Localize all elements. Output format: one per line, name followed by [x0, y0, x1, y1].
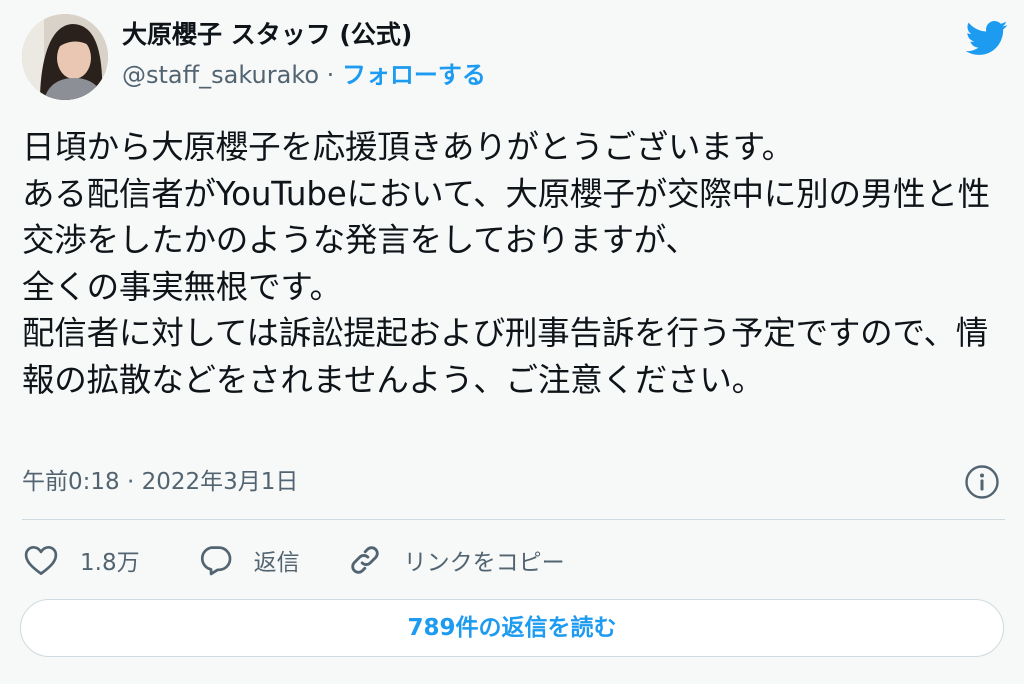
- link-icon: [350, 546, 379, 574]
- avatar-photo: [22, 14, 108, 100]
- heart-icon: [24, 545, 58, 575]
- action-bar: 1.8万 返信 リンクをコピー: [22, 538, 565, 582]
- copy-link-button[interactable]: リンクをコピー: [346, 541, 565, 579]
- follow-button[interactable]: フォローする: [342, 61, 486, 89]
- tweet-card: 大原櫻子 スタッフ (公式) @staff_sakurako · フォローする …: [0, 0, 1024, 684]
- like-button[interactable]: 1.8万: [22, 541, 140, 579]
- reply-label: 返信: [253, 550, 300, 576]
- speech-bubble-icon: [200, 546, 231, 576]
- handle-row: @staff_sakurako · フォローする: [122, 58, 486, 92]
- separator: ·: [319, 61, 342, 89]
- handle[interactable]: @staff_sakurako: [122, 61, 319, 89]
- info-icon[interactable]: [964, 464, 1000, 500]
- tweet-text: 日頃から大原櫻子を応援頂きありがとうございます。 ある配信者がYouTubeにお…: [22, 128, 990, 399]
- tweet-header: 大原櫻子 スタッフ (公式) @staff_sakurako · フォローする: [22, 14, 1012, 104]
- read-replies-button[interactable]: 789件の返信を読む: [20, 599, 1004, 657]
- reply-button[interactable]: 返信: [196, 541, 300, 579]
- twitter-bird-icon[interactable]: [964, 16, 1008, 60]
- timestamp[interactable]: 午前0:18 · 2022年3月1日: [22, 469, 298, 495]
- avatar[interactable]: [22, 14, 108, 100]
- copy-link-label: リンクをコピー: [403, 550, 565, 576]
- timestamp-row: 午前0:18 · 2022年3月1日: [22, 462, 1002, 502]
- like-count: 1.8万: [80, 550, 140, 576]
- author-block: 大原櫻子 スタッフ (公式) @staff_sakurako · フォローする: [122, 18, 486, 92]
- display-name[interactable]: 大原櫻子 スタッフ (公式): [122, 18, 486, 52]
- divider: [22, 519, 1005, 520]
